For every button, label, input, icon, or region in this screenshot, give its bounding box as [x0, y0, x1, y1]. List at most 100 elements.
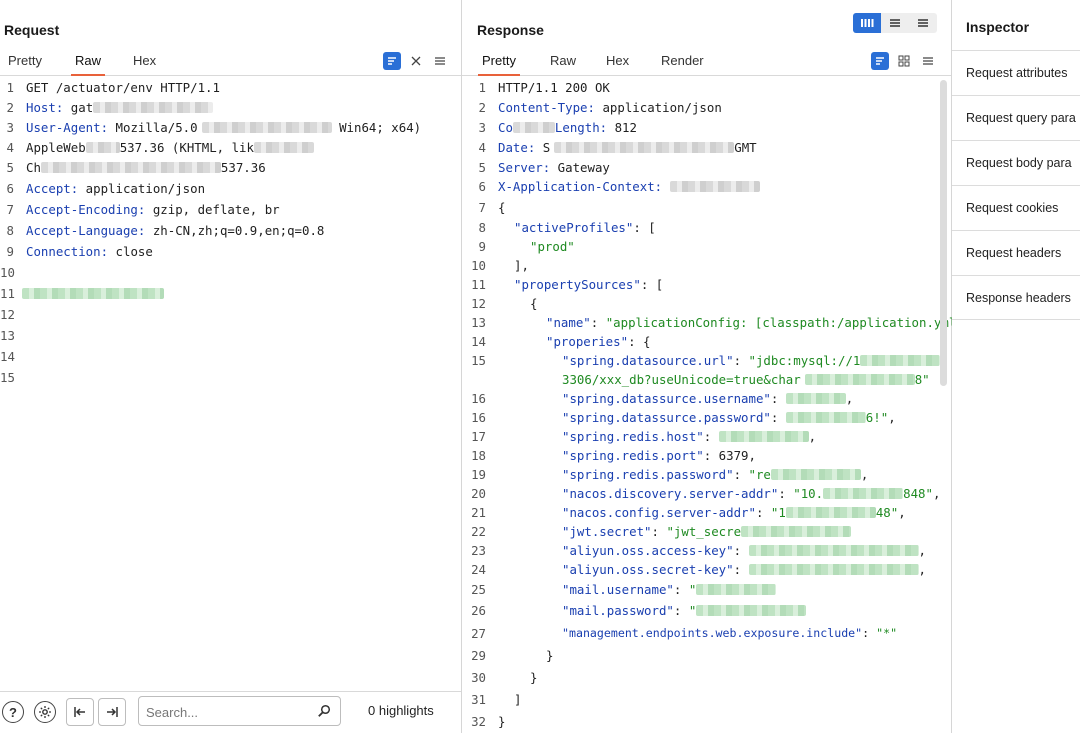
split-rows-button[interactable] [881, 13, 909, 33]
response-tab-raw[interactable]: Raw [546, 52, 580, 76]
line-number: 13 [471, 315, 486, 330]
request-line: 12 [0, 307, 15, 322]
help-icon: ? [9, 704, 17, 720]
line-number: 31 [471, 692, 486, 707]
wrap-lines-icon[interactable] [383, 52, 401, 70]
inspector-title: Inspector [966, 19, 1030, 35]
line-number: 26 [471, 603, 486, 618]
request-line: 15 [0, 370, 15, 385]
response-line: "properies": { [546, 334, 651, 349]
response-line: Co Length: 812 [498, 120, 637, 135]
request-tab-raw[interactable]: Raw [71, 52, 106, 76]
search-icon[interactable] [317, 704, 331, 718]
inspector-item-request-headers[interactable]: Request headers [952, 230, 1080, 275]
line-number: 18 [471, 448, 486, 463]
help-button[interactable]: ? [2, 701, 24, 723]
response-line: Content-Type: application/json [498, 100, 722, 115]
line-number: 27 [471, 626, 486, 641]
line-number: 22 [471, 524, 486, 539]
inspector-item-request-query-params[interactable]: Request query para [952, 95, 1080, 140]
inspector-item-request-cookies[interactable]: Request cookies [952, 185, 1080, 230]
line-number: 5 [478, 160, 486, 175]
request-line: 5 Ch 537.36 [6, 160, 266, 175]
line-number: 8 [478, 220, 486, 235]
request-line: 9 Connection: close [6, 244, 153, 259]
line-number: 24 [471, 562, 486, 577]
request-line: 11 [0, 286, 461, 306]
split-rows-icon [890, 19, 900, 27]
request-title: Request [4, 22, 60, 38]
grid-icon[interactable] [895, 52, 913, 70]
response-line: { [498, 200, 506, 215]
jump-first-button[interactable] [66, 698, 94, 726]
single-pane-button[interactable] [909, 13, 937, 33]
response-line: "spring.redis.host": , [562, 429, 817, 444]
settings-button[interactable] [34, 701, 56, 723]
response-line: "nacos.discovery.server-addr": "10. 848", [562, 486, 941, 501]
response-line: "mail.password": " [562, 603, 807, 618]
request-tab-pretty[interactable]: Pretty [4, 52, 46, 76]
line-number: 16 [471, 391, 486, 406]
request-toolbar [383, 52, 449, 70]
menu-icon[interactable] [919, 52, 937, 70]
inspector-item-request-attributes[interactable]: Request attributes [952, 50, 1080, 95]
highlights-count: 0 highlights [368, 703, 434, 718]
response-line: "spring.datassurce.password": 6!", [562, 410, 896, 425]
split-columns-icon [861, 19, 874, 27]
request-line: 8 Accept-Language: zh-CN,zh;q=0.9,en;q=0.… [6, 223, 325, 238]
single-pane-icon [918, 19, 928, 27]
request-line: 4 AppleWeb 537.36 (KHTML, lik [0, 140, 461, 160]
line-number: 25 [471, 582, 486, 597]
menu-icon[interactable] [431, 52, 449, 70]
line-number: 6 [478, 179, 486, 194]
line-number: 10 [471, 258, 486, 273]
search-input[interactable] [146, 703, 306, 721]
request-pane: Request Pretty Raw Hex 1 GET /actuator/en… [0, 0, 462, 733]
split-columns-button[interactable] [853, 13, 881, 33]
response-line: 3306/xxx_db?useUnicode=true&char 8" [562, 372, 930, 387]
jump-last-icon [107, 707, 118, 717]
request-line: 13 [0, 328, 15, 343]
inspector-item-response-headers[interactable]: Response headers [952, 275, 1080, 320]
request-line: 6 Accept: application/json [6, 181, 206, 196]
layout-view-toggle [853, 13, 937, 33]
response-line: "jwt.secret": "jwt_secre [562, 524, 852, 539]
newline-toggle-icon[interactable] [407, 52, 425, 70]
response-line: "name": "applicationConfig: [classpath:/… [546, 315, 979, 330]
inspector-pane: Inspector Request attributes Request que… [952, 0, 1080, 733]
response-line: "spring.redis.password": "re, [562, 467, 869, 482]
line-number: 20 [471, 486, 486, 501]
response-line: "aliyun.oss.access-key": , [562, 543, 926, 558]
request-line: 14 [0, 349, 15, 364]
line-number: 12 [471, 296, 486, 311]
response-tab-pretty[interactable]: Pretty [478, 52, 520, 76]
response-toolbar [871, 52, 937, 70]
response-line: "prod" [530, 239, 575, 254]
line-number: 29 [471, 648, 486, 663]
settings-gear-icon [39, 706, 51, 718]
jump-last-button[interactable] [98, 698, 126, 726]
response-line: X-Application-Context: [498, 179, 760, 194]
response-line: } [498, 714, 506, 729]
inspector-item-request-body-params[interactable]: Request body para [952, 140, 1080, 185]
line-number: 2 [478, 100, 486, 115]
line-number: 11 [471, 277, 486, 292]
response-title: Response [477, 22, 544, 38]
response-pane: Response Pretty Raw Hex Render 1 HTTP/1.… [462, 0, 979, 733]
line-number: 15 [471, 353, 486, 368]
request-line: 10 [0, 265, 15, 280]
line-number: 17 [471, 429, 486, 444]
request-line: 1 GET /actuator/env HTTP/1.1 [6, 80, 220, 95]
response-line: ] [514, 692, 522, 707]
line-number: 14 [471, 334, 486, 349]
response-scrollbar[interactable] [940, 80, 947, 386]
request-bottom-bar: ? 0 highlights [0, 691, 461, 733]
wrap-lines-icon[interactable] [871, 52, 889, 70]
response-tab-render[interactable]: Render [657, 52, 708, 76]
request-tab-hex[interactable]: Hex [129, 52, 160, 76]
response-line: "spring.datassurce.username": , [562, 391, 854, 406]
line-number: 1 [478, 80, 486, 95]
line-number: 21 [471, 505, 486, 520]
line-number: 7 [478, 200, 486, 215]
response-tab-hex[interactable]: Hex [602, 52, 633, 76]
